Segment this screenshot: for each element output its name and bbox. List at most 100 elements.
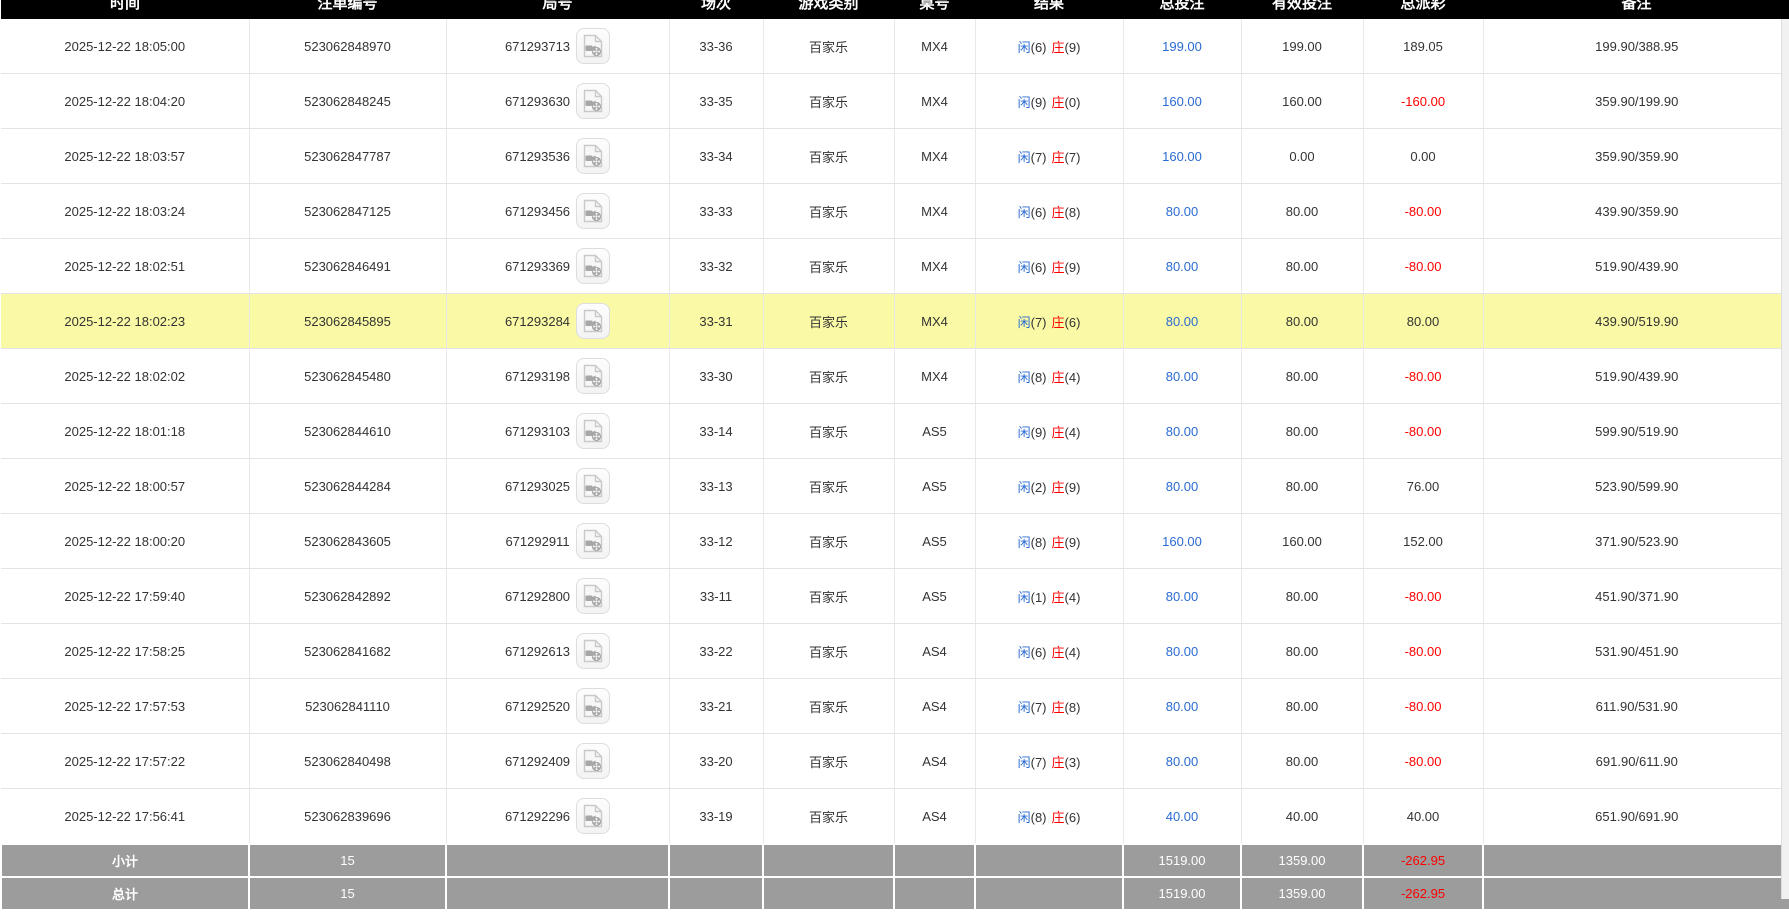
cell-result: 闲(8)庄(9) — [975, 514, 1123, 569]
table-row[interactable]: 2025-12-22 17:57:53 523062841110 6712925… — [1, 679, 1789, 734]
totals-count: 15 — [249, 877, 446, 910]
cell-round: 671293536 — [446, 129, 669, 184]
cell-table-no: MX4 — [894, 184, 975, 239]
table-row[interactable]: 2025-12-22 18:02:51 523062846491 6712933… — [1, 239, 1789, 294]
video-replay-button[interactable] — [576, 83, 610, 119]
video-replay-button[interactable] — [576, 413, 610, 449]
total-bet-link[interactable]: 80.00 — [1166, 479, 1199, 494]
total-bet-link[interactable]: 80.00 — [1166, 259, 1199, 274]
cell-result: 闲(2)庄(9) — [975, 459, 1123, 514]
cell-table-no: AS5 — [894, 459, 975, 514]
table-row[interactable]: 2025-12-22 17:56:41 523062839696 6712922… — [1, 789, 1789, 845]
cell-valid-bet: 80.00 — [1241, 239, 1363, 294]
video-replay-button[interactable] — [576, 578, 610, 614]
table-row[interactable]: 2025-12-22 18:04:20 523062848245 6712936… — [1, 74, 1789, 129]
video-file-icon — [582, 199, 604, 223]
totals-label: 总计 — [1, 877, 249, 910]
table-footer: 小计 15 1519.00 1359.00 -262.95 总计 15 1519… — [1, 844, 1789, 910]
table-row[interactable]: 2025-12-22 18:03:57 523062847787 6712935… — [1, 129, 1789, 184]
banker-result-label: 庄 — [1052, 425, 1065, 440]
cell-total-bet: 80.00 — [1123, 624, 1241, 679]
total-bet-link[interactable]: 80.00 — [1166, 204, 1199, 219]
video-replay-button[interactable] — [576, 248, 610, 284]
totals-label: 小计 — [1, 844, 249, 877]
cell-bet-id: 523062845895 — [249, 294, 446, 349]
video-replay-button[interactable] — [576, 743, 610, 779]
table-row[interactable]: 2025-12-22 18:05:00 523062848970 6712937… — [1, 19, 1789, 74]
cell-bet-id: 523062844610 — [249, 404, 446, 459]
video-replay-button[interactable] — [576, 688, 610, 724]
cell-remark: 519.90/439.90 — [1483, 239, 1789, 294]
table-row[interactable]: 2025-12-22 18:01:18 523062844610 6712931… — [1, 404, 1789, 459]
total-bet-link[interactable]: 40.00 — [1166, 809, 1199, 824]
cell-bet-id: 523062848245 — [249, 74, 446, 129]
video-file-icon — [582, 804, 604, 828]
banker-points: (4) — [1065, 370, 1081, 385]
video-replay-button[interactable] — [576, 193, 610, 229]
round-number: 671293284 — [505, 314, 570, 329]
cell-table-no: MX4 — [894, 19, 975, 74]
table-row[interactable]: 2025-12-22 18:02:02 523062845480 6712931… — [1, 349, 1789, 404]
cell-time: 2025-12-22 17:59:40 — [1, 569, 249, 624]
total-bet-link[interactable]: 80.00 — [1166, 424, 1199, 439]
cell-remark: 691.90/611.90 — [1483, 734, 1789, 789]
cell-round: 671293713 — [446, 19, 669, 74]
table-row[interactable]: 2025-12-22 18:02:23 523062845895 6712932… — [1, 294, 1789, 349]
total-bet-link[interactable]: 80.00 — [1166, 699, 1199, 714]
table-row[interactable]: 2025-12-22 17:59:40 523062842892 6712928… — [1, 569, 1789, 624]
cell-total-bet: 80.00 — [1123, 734, 1241, 789]
cell-payout: -80.00 — [1363, 734, 1483, 789]
cell-time: 2025-12-22 18:01:18 — [1, 404, 249, 459]
banker-points: (4) — [1065, 425, 1081, 440]
cell-game: 百家乐 — [763, 459, 894, 514]
total-bet-link[interactable]: 80.00 — [1166, 754, 1199, 769]
video-replay-button[interactable] — [576, 358, 610, 394]
table-row[interactable]: 2025-12-22 18:00:20 523062843605 6712929… — [1, 514, 1789, 569]
cell-result: 闲(7)庄(3) — [975, 734, 1123, 789]
total-bet-link[interactable]: 80.00 — [1166, 314, 1199, 329]
banker-result-label: 庄 — [1052, 40, 1065, 55]
cell-table-no: MX4 — [894, 74, 975, 129]
total-bet-link[interactable]: 80.00 — [1166, 369, 1199, 384]
total-bet-link[interactable]: 80.00 — [1166, 644, 1199, 659]
player-points: (7) — [1031, 755, 1047, 770]
table-header: 时间 注单编号 局号 场次 游戏类别 桌号 结果 总投注 有效投注 总派彩 备注 — [1, 0, 1789, 19]
table-row[interactable]: 2025-12-22 17:57:22 523062840498 6712924… — [1, 734, 1789, 789]
video-replay-button[interactable] — [576, 523, 610, 559]
scrollbar-track[interactable] — [1781, 19, 1789, 899]
total-bet-link[interactable]: 160.00 — [1162, 534, 1202, 549]
video-file-icon — [582, 144, 604, 168]
video-replay-button[interactable] — [576, 28, 610, 64]
total-bet-link[interactable]: 160.00 — [1162, 94, 1202, 109]
total-bet-link[interactable]: 160.00 — [1162, 149, 1202, 164]
banker-result-label: 庄 — [1052, 205, 1065, 220]
cell-game: 百家乐 — [763, 569, 894, 624]
cell-time: 2025-12-22 18:04:20 — [1, 74, 249, 129]
column-header-game: 游戏类别 — [763, 0, 894, 19]
cell-session: 33-21 — [669, 679, 763, 734]
player-points: (6) — [1031, 40, 1047, 55]
cell-time: 2025-12-22 18:02:51 — [1, 239, 249, 294]
table-row[interactable]: 2025-12-22 17:58:25 523062841682 6712926… — [1, 624, 1789, 679]
table-row[interactable]: 2025-12-22 18:00:57 523062844284 6712930… — [1, 459, 1789, 514]
cell-time: 2025-12-22 18:02:02 — [1, 349, 249, 404]
video-replay-button[interactable] — [576, 468, 610, 504]
banker-points: (9) — [1065, 480, 1081, 495]
player-points: (6) — [1031, 645, 1047, 660]
video-replay-button[interactable] — [576, 798, 610, 834]
video-replay-button[interactable] — [576, 138, 610, 174]
video-replay-button[interactable] — [576, 633, 610, 669]
cell-session: 33-11 — [669, 569, 763, 624]
video-replay-button[interactable] — [576, 303, 610, 339]
total-bet-link[interactable]: 199.00 — [1162, 39, 1202, 54]
total-bet-link[interactable]: 80.00 — [1166, 589, 1199, 604]
player-result-label: 闲 — [1018, 260, 1031, 275]
round-number: 671293456 — [505, 204, 570, 219]
banker-points: (4) — [1065, 645, 1081, 660]
cell-game: 百家乐 — [763, 294, 894, 349]
player-result-label: 闲 — [1018, 150, 1031, 165]
cell-valid-bet: 80.00 — [1241, 294, 1363, 349]
table-row[interactable]: 2025-12-22 18:03:24 523062847125 6712934… — [1, 184, 1789, 239]
cell-bet-id: 523062839696 — [249, 789, 446, 845]
player-result-label: 闲 — [1018, 40, 1031, 55]
